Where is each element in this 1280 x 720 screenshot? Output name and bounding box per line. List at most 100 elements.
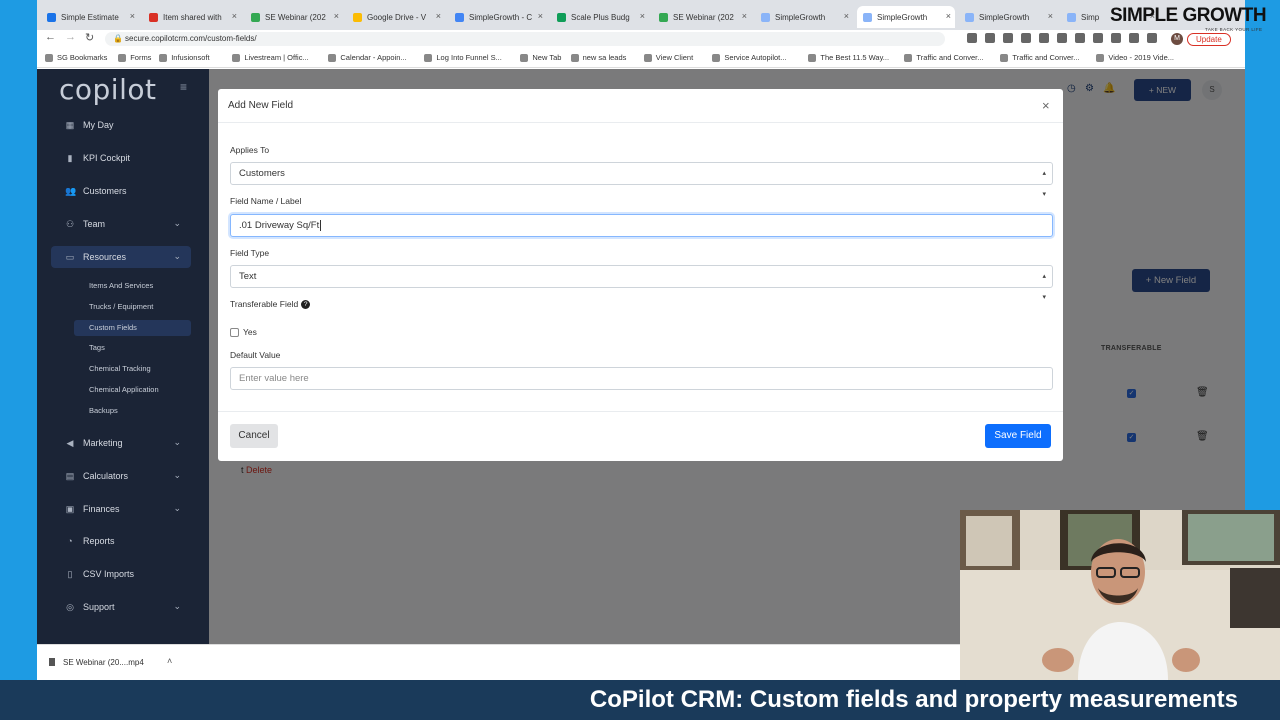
applies-to-select[interactable]: Customers ▴ ▾ (230, 162, 1053, 198)
sidebar-item-calculators[interactable]: ▤ Calculators ⌄ (51, 465, 191, 487)
bookmark-item[interactable]: Livestream | Offic... (232, 53, 309, 62)
update-button[interactable]: Update (1187, 33, 1231, 46)
sidebar-item-kpi-cockpit[interactable]: ▮ KPI Cockpit (51, 147, 191, 169)
close-tab-icon[interactable]: × (946, 11, 951, 21)
transferable-yes-label[interactable]: Yes (243, 327, 257, 337)
close-tab-icon[interactable]: × (232, 11, 237, 21)
default-value-input[interactable]: Enter value here (230, 367, 1053, 390)
sidebar-item-my-day[interactable]: ▦ My Day (51, 114, 191, 136)
bookmark-item[interactable]: new sa leads (570, 53, 626, 62)
transferable-label-text: Transferable Field (230, 299, 299, 309)
download-item[interactable]: SE Webinar (20....mp4 (49, 658, 144, 667)
applies-to-label: Applies To (230, 145, 270, 155)
select-arrows-icon: ▴ ▾ (1042, 170, 1046, 198)
extension-icon[interactable] (1093, 33, 1103, 43)
extension-icon[interactable] (1003, 33, 1013, 43)
bookmark-item[interactable]: The Best 11.5 Way... (808, 53, 889, 62)
field-type-select[interactable]: Text ▴ ▾ (230, 265, 1053, 301)
close-tab-icon[interactable]: × (130, 11, 135, 21)
browser-tab[interactable]: SE Webinar (202 × (245, 6, 343, 28)
browser-tab[interactable]: SE Webinar (202 × (653, 6, 751, 28)
bookmark-item[interactable]: Infusionsoft (159, 53, 210, 62)
sidebar-subitem-backups[interactable]: Backups (74, 403, 191, 419)
close-tab-icon[interactable]: × (640, 11, 645, 21)
sidebar-subitem-chemical-tracking[interactable]: Chemical Tracking (74, 361, 191, 377)
url-text: secure.copilotcrm.com/custom-fields/ (125, 34, 257, 43)
bookmark-item[interactable]: Traffic and Conver... (904, 53, 984, 62)
browser-tab[interactable]: Item shared with × (143, 6, 241, 28)
support-icon: ◎ (66, 602, 74, 612)
extension-icon[interactable] (985, 33, 995, 43)
extension-icon[interactable] (1075, 33, 1085, 43)
close-tab-icon[interactable]: × (1048, 11, 1053, 21)
sidebar-subitem-chemical-application[interactable]: Chemical Application (74, 382, 191, 398)
sidebar-subitem-custom-fields[interactable]: Custom Fields (74, 319, 191, 336)
sidebar-subitem-tags[interactable]: Tags (74, 340, 191, 356)
menu-icon[interactable]: ≡ (180, 80, 187, 94)
calculator-icon: ▤ (65, 470, 75, 481)
close-tab-icon[interactable]: × (742, 11, 747, 21)
bookmark-favicon-icon (643, 53, 652, 62)
tab-label: SimpleGrowth - C (469, 12, 533, 22)
tab-favicon-icon (863, 12, 872, 22)
bookmark-favicon-icon (45, 53, 53, 62)
bookmark-item[interactable]: SG Bookmarks (45, 53, 107, 62)
sidebar-subitem-items-and-services[interactable]: Items And Services (74, 278, 191, 294)
bookmark-label: New Tab (532, 53, 562, 62)
back-icon[interactable]: ← (45, 31, 56, 43)
browser-tab[interactable]: SimpleGrowth × (755, 6, 853, 28)
url-field[interactable]: 🔒 secure.copilotcrm.com/custom-fields/ (105, 32, 945, 46)
forward-icon[interactable]: → (65, 31, 76, 43)
video-caption-bar: CoPilot CRM: Custom fields and property … (0, 680, 1280, 720)
sidebar-item-resources[interactable]: ▭ Resources ⌄ (51, 246, 191, 268)
browser-tab[interactable]: Simple Estimate × (41, 6, 139, 28)
bookmark-item[interactable]: Video - 2019 Vide... (1096, 53, 1174, 62)
extension-icon[interactable] (967, 33, 977, 43)
tab-label: SimpleGrowth (877, 12, 928, 22)
close-tab-icon[interactable]: × (844, 11, 849, 21)
browser-tab[interactable]: SimpleGrowth - C × (449, 6, 547, 28)
field-type-value: Text (239, 271, 257, 282)
browser-tab[interactable]: SimpleGrowth × (857, 6, 955, 28)
info-icon[interactable]: ? (301, 300, 311, 309)
sidebar-item-finances[interactable]: ▣ Finances ⌄ (51, 498, 191, 520)
save-field-button[interactable]: Save Field (985, 424, 1051, 448)
bookmark-item[interactable]: Calendar - Appoin... (328, 53, 407, 62)
close-tab-icon[interactable]: × (436, 11, 441, 21)
extension-icon[interactable] (1021, 33, 1031, 43)
bookmark-item[interactable]: Service Autopilot... (712, 53, 787, 62)
extension-icon[interactable] (1039, 33, 1049, 43)
browser-tab[interactable]: Google Drive - V × (347, 6, 445, 28)
extension-icon[interactable] (1111, 33, 1121, 43)
browser-tab[interactable]: Scale Plus Budg × (551, 6, 649, 28)
sidebar-item-support[interactable]: ◎ Support ⌄ (51, 596, 191, 618)
browser-tab[interactable]: SimpleGrowth × (959, 6, 1057, 28)
transferable-yes-checkbox[interactable] (230, 328, 239, 337)
sidebar-item-customers[interactable]: 👥 Customers (51, 180, 191, 202)
cancel-button[interactable]: Cancel (230, 424, 278, 448)
bookmark-label: Traffic and Conver... (916, 53, 984, 62)
sidebar-subitem-trucks-equipment[interactable]: Trucks / Equipment (74, 299, 191, 315)
sidebar-item-marketing[interactable]: ◀ Marketing ⌄ (51, 432, 191, 454)
sidebar-item-reports[interactable]: ◔ Reports (51, 530, 191, 552)
sidepanel-icon[interactable] (1147, 33, 1157, 43)
sidebar-item-team[interactable]: ⚇ Team ⌄ (51, 213, 191, 235)
bookmark-item[interactable]: New Tab (520, 53, 561, 62)
field-name-input[interactable]: .01 Driveway Sq/Ft (230, 214, 1053, 237)
extension-icon[interactable] (1057, 33, 1067, 43)
bookmark-item[interactable]: Traffic and Conver... (1000, 53, 1080, 62)
profile-avatar[interactable]: M (1171, 33, 1183, 45)
reload-icon[interactable]: ↻ (85, 31, 94, 44)
modal-header: Add New Field × (218, 89, 1063, 123)
bookmark-item[interactable]: Forms (118, 53, 151, 62)
puzzle-icon[interactable] (1129, 33, 1139, 43)
tab-favicon-icon (353, 12, 362, 22)
tab-label: Simple Estimate (61, 12, 119, 22)
close-tab-icon[interactable]: × (334, 11, 339, 21)
bookmark-item[interactable]: View Client (643, 53, 693, 62)
chevron-up-icon[interactable]: ˄ (167, 656, 172, 666)
close-icon[interactable]: × (1042, 98, 1050, 113)
sidebar-item-csv-imports[interactable]: ▯ CSV Imports (51, 563, 191, 585)
close-tab-icon[interactable]: × (538, 11, 543, 21)
bookmark-item[interactable]: Log Into Funnel S... (424, 53, 502, 62)
